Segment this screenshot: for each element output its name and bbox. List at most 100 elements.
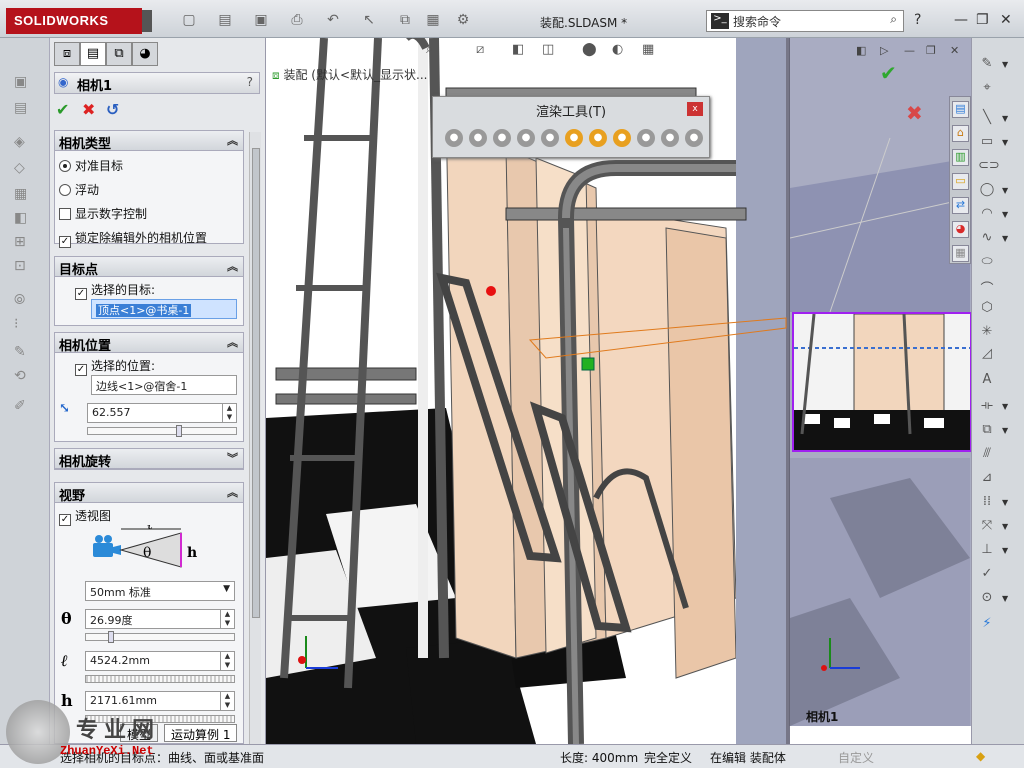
display-relations-icon[interactable]: ⊥ [978, 542, 996, 560]
final-render-icon[interactable]: ● [493, 129, 511, 147]
edit-appearance-icon[interactable]: ● [541, 129, 559, 147]
rotation-header[interactable]: 相机旋转 ︾ [55, 449, 243, 470]
spinner-arrows-icon[interactable]: ▲ ▼ [220, 692, 234, 710]
target-header[interactable]: 目标点 ︽ [55, 257, 243, 278]
h-input[interactable]: 2171.61mm ▲ ▼ [85, 691, 235, 711]
minimize-icon[interactable]: — [954, 12, 968, 28]
status-tag-icon[interactable]: ◆ [976, 749, 985, 763]
tab-motion-study[interactable]: 运动算例 1 [164, 724, 238, 742]
theta-input[interactable]: 26.99度 ▲ ▼ [85, 609, 235, 629]
flyout-arrow-icon[interactable]: ▼ [1002, 498, 1008, 507]
flyout-arrow-icon[interactable]: ▼ [1002, 426, 1008, 435]
toolbar-icon-7[interactable]: ⊞ [14, 234, 34, 252]
point-icon[interactable]: ✳ [978, 324, 996, 342]
toolbar-icon-12[interactable]: ⟲ [14, 368, 34, 386]
flyout-arrow-icon[interactable]: ▼ [1002, 546, 1008, 555]
toolbar-icon-4[interactable]: ◇ [14, 160, 34, 178]
slider-thumb[interactable] [108, 631, 114, 643]
open-file-icon[interactable]: ▤ [216, 12, 234, 28]
scene-lights-icon[interactable]: ● [589, 129, 607, 147]
ellipse-icon[interactable]: ⬭ [978, 254, 996, 272]
camera-preview-pane[interactable]: ✔ ✖ ◧ ▷ — ❐ ✕ [789, 38, 971, 726]
undo-arrow-icon[interactable]: ↺ [106, 100, 119, 119]
task-custom-props-icon[interactable]: ▦ [952, 245, 969, 262]
slot-icon[interactable]: ⊂⊃ [978, 158, 1000, 176]
feature-tree-breadcrumb[interactable]: ⧈ 装配 (默认<默认_显示状... [272, 66, 427, 83]
toolbar-icon-10[interactable]: ⁝ [14, 316, 34, 334]
panel-scrollbar[interactable] [249, 132, 261, 760]
menu-arrow-icon[interactable] [142, 10, 152, 32]
centerline-icon[interactable]: ◿ [978, 346, 996, 364]
select-target-checkbox[interactable]: ✓ 选择的目标: [75, 281, 155, 300]
task-appearance-icon[interactable]: ◕ [952, 221, 969, 238]
distance-input[interactable]: 62.557 ▲ ▼ [87, 403, 237, 423]
schedule-render-icon[interactable]: ● [637, 129, 655, 147]
lock-position-checkbox[interactable]: ✓ 锁定除编辑外的相机位置 [59, 229, 207, 248]
options-render-icon[interactable]: ● [613, 129, 631, 147]
hud-section-icon[interactable]: ⧄ [476, 42, 484, 57]
text-icon[interactable]: A [978, 372, 996, 390]
sketch-icon[interactable]: ✎ [978, 56, 996, 74]
target-selection-field[interactable]: 顶点<1>@书桌-1 [91, 299, 237, 319]
line-icon[interactable]: ╲ [978, 110, 996, 128]
hud-display-style-icon[interactable]: ◫ [542, 42, 554, 57]
l-input[interactable]: 4524.2mm ▲ ▼ [85, 651, 235, 671]
position-header[interactable]: 相机位置 ︽ [55, 333, 243, 354]
search-box[interactable]: >_ 搜索命令 ⌕ [706, 10, 904, 32]
restore-icon[interactable]: ❐ [976, 12, 989, 28]
expand-icon[interactable]: ︾ [227, 450, 238, 466]
flyout-arrow-icon[interactable]: ▼ [1002, 114, 1008, 123]
print-icon[interactable]: ⎙ [288, 12, 306, 28]
fov-header[interactable]: 视野 ︽ [55, 483, 243, 504]
preview-prev-icon[interactable]: ◧ [856, 44, 866, 57]
mirror-icon[interactable]: ⊿ [978, 470, 996, 488]
toolbar-icon-8[interactable]: ⊡ [14, 258, 34, 276]
hud-zoom-icon[interactable]: ⌕ [426, 42, 433, 57]
render-tools-titlebar[interactable]: 渲染工具(T) x [433, 97, 709, 121]
arc-icon[interactable]: ◠ [978, 206, 996, 224]
camera-type-header[interactable]: 相机类型 ︽ [55, 131, 243, 152]
new-file-icon[interactable]: ▢ [180, 12, 198, 28]
flyout-arrow-icon[interactable]: ▼ [1002, 234, 1008, 243]
checkbox-checked[interactable]: ✓ [59, 514, 71, 526]
close-icon[interactable]: ✕ [1000, 12, 1012, 28]
flyout-arrow-icon[interactable]: ▼ [1002, 594, 1008, 603]
help-icon[interactable]: ? [914, 12, 921, 28]
slider-thumb[interactable] [176, 425, 182, 437]
spinner-arrows-icon[interactable]: ▲ ▼ [220, 610, 234, 628]
rapid-sketch-icon[interactable]: ⚡ [978, 616, 996, 634]
magnifier-icon[interactable]: ⌕ [890, 12, 897, 27]
lens-select[interactable]: 50mm 标准 ▼ [85, 581, 235, 601]
spinner-arrows-icon[interactable]: ▲ ▼ [222, 404, 236, 422]
preview-minimize-icon[interactable]: — [904, 44, 915, 57]
l-thumbwheel[interactable] [85, 675, 235, 683]
decal-icon[interactable]: ● [565, 129, 583, 147]
checkbox-unchecked[interactable] [59, 208, 71, 220]
toolbar-icon-6[interactable]: ◧ [14, 210, 34, 228]
checkbox-checked[interactable]: ✓ [75, 364, 87, 376]
flyout-arrow-icon[interactable]: ▼ [1002, 402, 1008, 411]
options-icon[interactable]: ⚙ [454, 12, 472, 28]
flyout-arrow-icon[interactable]: ▼ [1002, 186, 1008, 195]
aim-radio[interactable]: 对准目标 [59, 157, 123, 174]
toolbar-icon-13[interactable]: ✐ [14, 398, 34, 416]
checkbox-checked[interactable]: ✓ [59, 236, 71, 248]
distance-slider[interactable] [87, 425, 237, 437]
spline-icon[interactable]: ∿ [978, 230, 996, 248]
float-radio[interactable]: 浮动 [59, 181, 99, 198]
tab-feature-tree[interactable]: ⧈ [54, 42, 80, 66]
radio-checked[interactable] [59, 160, 71, 172]
collapse-icon[interactable]: ︽ [227, 132, 238, 148]
spinner-arrows-icon[interactable]: ▲ ▼ [220, 652, 234, 670]
task-explorer-icon[interactable]: ▭ [952, 173, 969, 190]
hud-scene-icon[interactable]: ▦ [642, 42, 654, 57]
cancel-x-icon[interactable]: ✖ [82, 100, 95, 119]
task-resources-icon[interactable]: ▤ [952, 101, 969, 118]
hud-appearance-icon[interactable]: ◐ [612, 42, 623, 57]
repair-sketch-icon[interactable]: ✓ [978, 566, 996, 584]
collapse-icon[interactable]: ︽ [227, 334, 238, 350]
flyout-arrow-icon[interactable]: ▼ [1002, 60, 1008, 69]
collapse-icon[interactable]: ︽ [227, 484, 238, 500]
offset-icon[interactable]: ⫻ [978, 446, 996, 464]
dropdown-arrow-icon[interactable]: ▼ [223, 584, 230, 594]
